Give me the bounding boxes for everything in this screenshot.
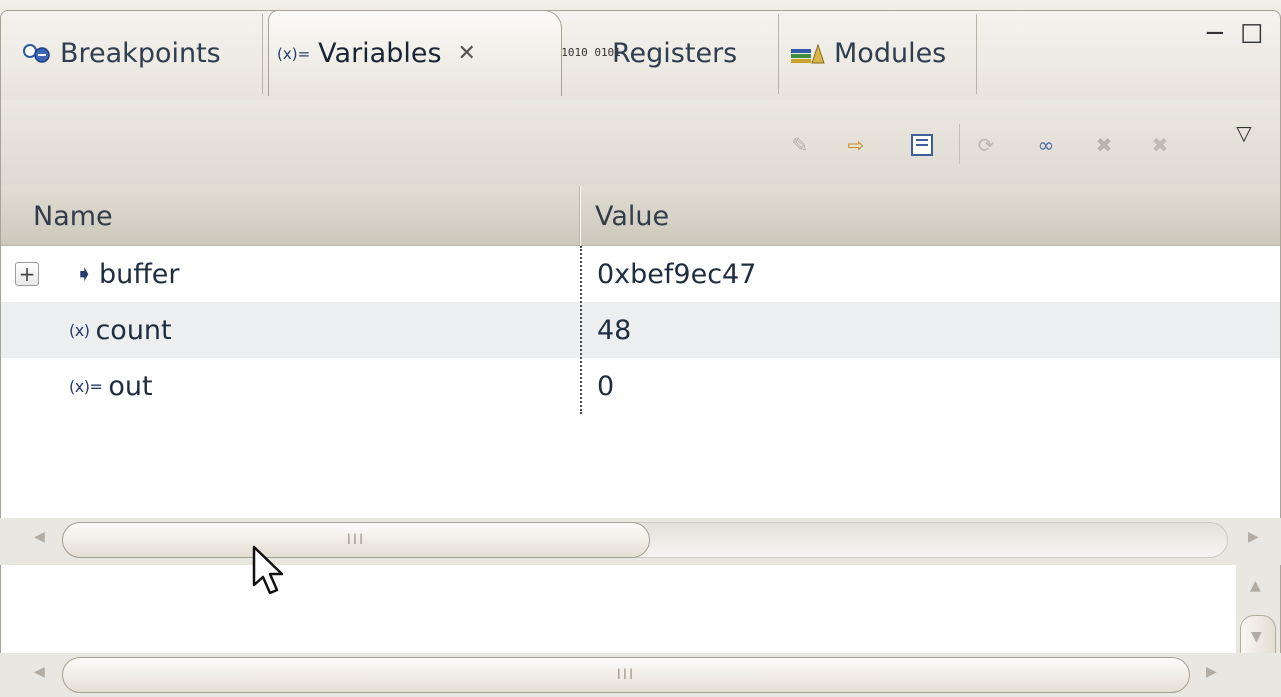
expand-icon[interactable]: + — [15, 262, 39, 286]
remove-global-variables-icon[interactable]: ✖ — [1091, 132, 1117, 158]
scroll-thumb[interactable]: III — [62, 657, 1190, 693]
tab-registers-label: Registers — [612, 37, 738, 69]
column-divider — [580, 246, 582, 414]
table-row[interactable]: (x)= out 0 — [1, 358, 1280, 414]
tab-modules-label: Modules — [834, 37, 947, 69]
tab-strip: Breakpoints (x)= Variables ✕ 1010 0101 R… — [0, 0, 1281, 100]
tab-breakpoints[interactable]: Breakpoints — [18, 10, 221, 96]
detail-pane[interactable] — [0, 565, 1236, 657]
view-toolbar: ✎ ⇨ ⟳ ∞ ✖ ✖ ▽ — [0, 100, 1281, 186]
table-header: Name Value — [1, 186, 1280, 246]
scroll-right-icon[interactable]: ▶ — [1248, 530, 1259, 544]
variable-value: 0xbef9ec47 — [597, 258, 757, 290]
table-horizontal-scrollbar[interactable]: ◀ III ▶ — [0, 518, 1281, 562]
scroll-thumb[interactable]: III — [62, 522, 650, 558]
add-global-variables-icon[interactable]: ∞ — [1033, 132, 1059, 158]
scroll-left-icon[interactable]: ◀ — [34, 665, 45, 679]
table-row[interactable]: + ➧ buffer 0xbef9ec47 — [1, 246, 1280, 302]
scroll-left-icon[interactable]: ◀ — [34, 530, 45, 544]
close-icon[interactable]: ✕ — [458, 41, 476, 66]
variable-name: buffer — [98, 258, 180, 290]
detail-horizontal-scrollbar[interactable]: ◀ III ▶ — [0, 653, 1281, 697]
vertical-scroll-thumb[interactable]: ▼ — [1240, 615, 1276, 655]
collapse-all-icon[interactable] — [909, 132, 935, 158]
column-header-value[interactable]: Value — [595, 186, 669, 246]
registers-icon: 1010 0101 — [561, 46, 621, 60]
variables-view: Breakpoints (x)= Variables ✕ 1010 0101 R… — [0, 0, 1281, 697]
view-menu-icon[interactable]: ▽ — [1231, 120, 1257, 146]
variable-value: 48 — [597, 314, 632, 346]
scroll-grip-icon: III — [346, 532, 366, 548]
tab-modules[interactable]: Modules — [790, 10, 946, 96]
tab-variables[interactable]: (x)= Variables ✕ — [268, 10, 562, 96]
show-type-names-icon[interactable]: ✎ — [787, 132, 813, 158]
tab-registers[interactable]: 1010 0101 Registers — [561, 10, 738, 96]
modules-icon — [791, 43, 825, 64]
tab-variables-label: Variables — [318, 38, 442, 69]
minimize-icon[interactable]: − — [1204, 20, 1226, 46]
variable-icon: (x)= — [69, 376, 103, 396]
show-logical-structure-icon[interactable]: ⇨ — [843, 132, 869, 158]
breakpoints-icon — [23, 44, 50, 63]
variable-name: count — [95, 314, 172, 346]
scroll-up-icon[interactable]: ▲ — [1250, 579, 1261, 593]
variable-name: out — [108, 370, 153, 402]
remove-all-global-variables-icon[interactable]: ✖ — [1147, 132, 1173, 158]
variable-value: 0 — [597, 370, 615, 402]
pointer-variable-icon: ➧ — [75, 261, 93, 287]
variables-icon: (x)= — [277, 44, 311, 63]
scroll-grip-icon: III — [616, 667, 636, 683]
tab-breakpoints-label: Breakpoints — [60, 37, 221, 69]
scroll-right-icon[interactable]: ▶ — [1206, 665, 1217, 679]
mouse-cursor-icon — [252, 545, 284, 595]
maximize-icon[interactable]: ☐ — [1240, 22, 1263, 48]
column-header-name[interactable]: Name — [33, 186, 113, 246]
table-row[interactable]: (x) count 48 — [1, 302, 1280, 358]
local-variable-icon: (x) — [69, 320, 90, 340]
detail-vertical-scrollbar[interactable]: ▲ ▼ — [1236, 565, 1281, 657]
variables-table: Name Value + ➧ buffer 0xbef9ec47 (x) cou… — [0, 186, 1281, 562]
refresh-icon[interactable]: ⟳ — [973, 132, 999, 158]
scroll-down-icon[interactable]: ▼ — [1251, 630, 1262, 644]
